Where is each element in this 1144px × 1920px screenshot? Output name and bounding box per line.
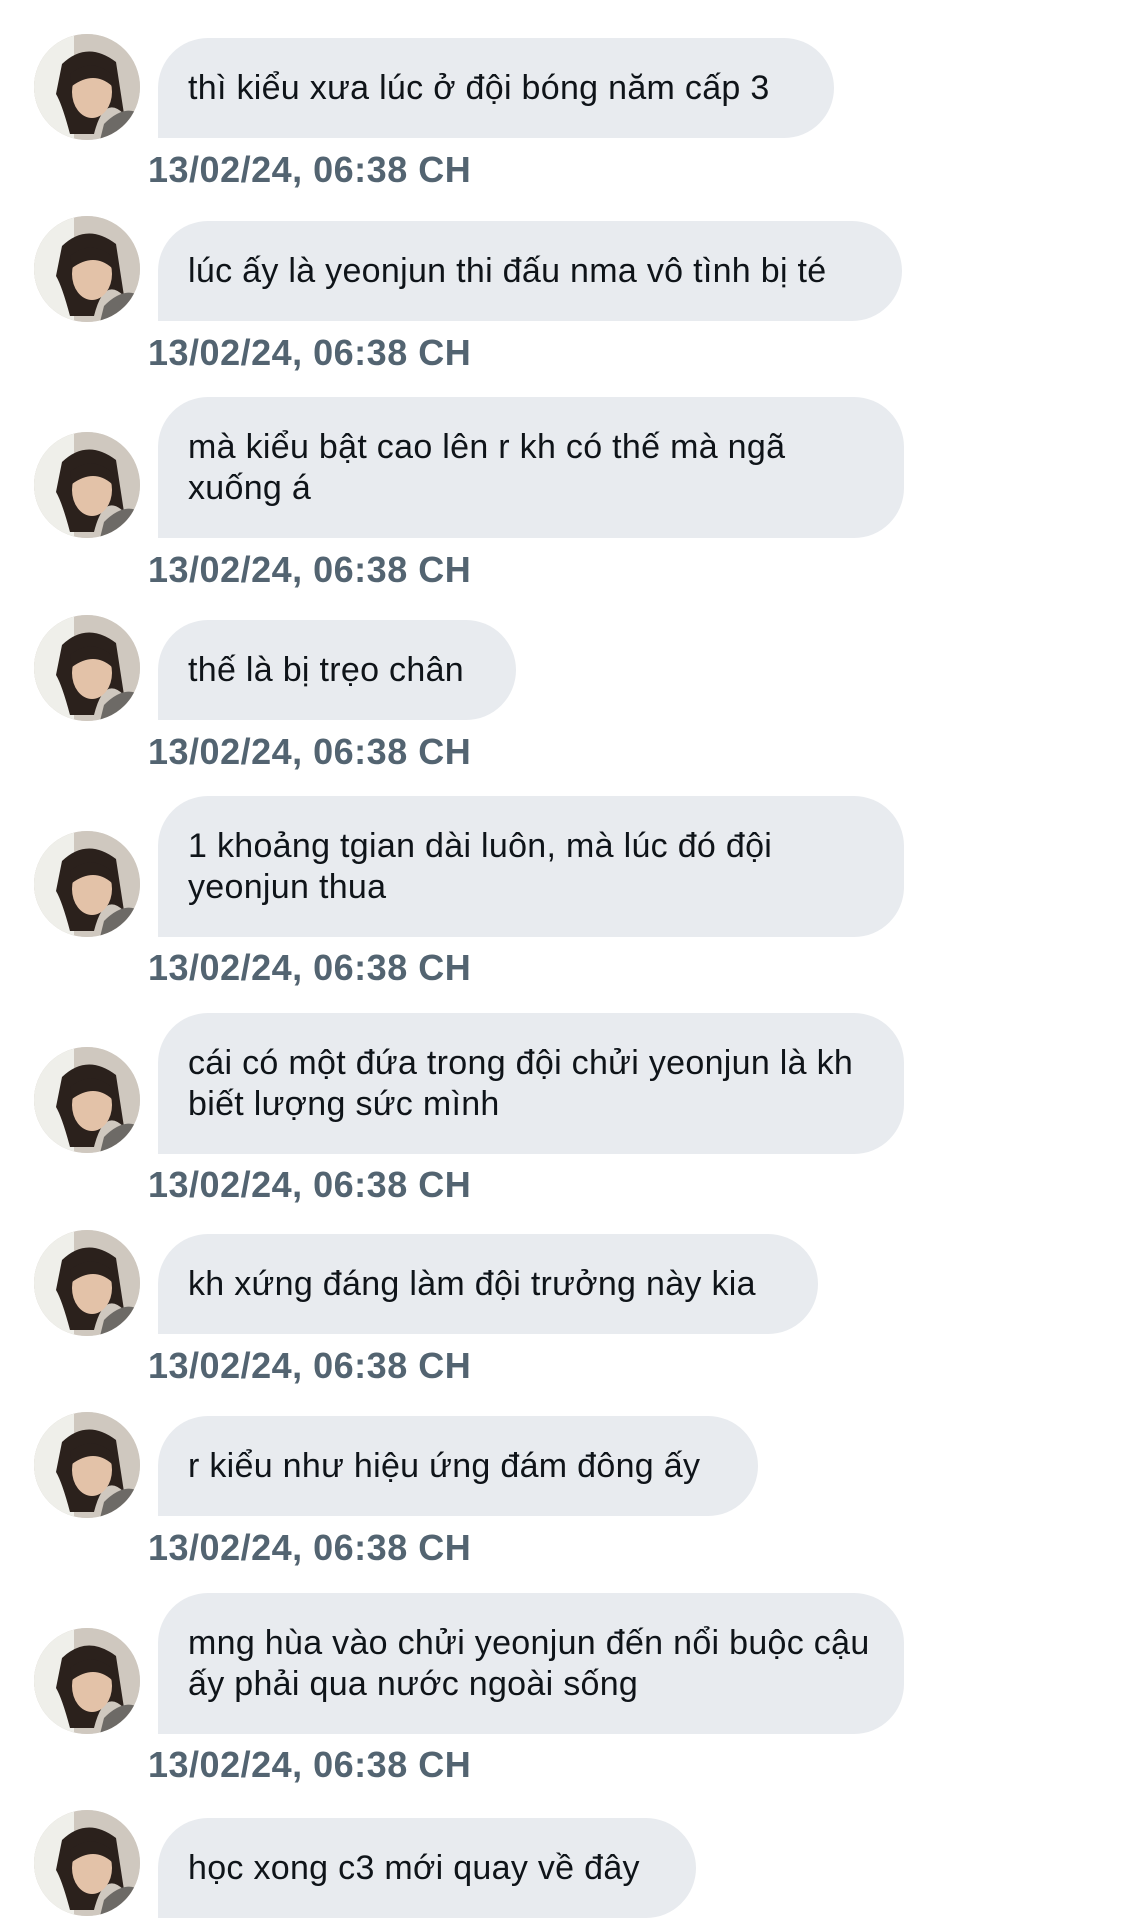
message-timestamp: 13/02/24, 06:38 CH <box>148 1744 472 1785</box>
message-bubble[interactable]: kh xứng đáng làm đội trưởng này kia <box>158 1234 818 1334</box>
message-text: học xong c3 mới quay về đây <box>188 1848 640 1887</box>
message-timestamp: 13/02/24, 06:38 CH <box>148 947 472 988</box>
avatar-photo-icon <box>34 1412 140 1518</box>
message-bubble[interactable]: 1 khoảng tgian dài luôn, mà lúc đó đội y… <box>158 796 904 937</box>
avatar-photo-icon <box>34 1628 140 1734</box>
message-bubble[interactable]: cái có một đứa trong đội chửi yeonjun là… <box>158 1013 904 1154</box>
message-text: r kiểu như hiệu ứng đám đông ấy <box>188 1446 701 1485</box>
message-text: mng hùa vào chửi yeonjun đến nổi buộc cậ… <box>188 1623 870 1703</box>
message-timestamp: 13/02/24, 06:38 CH <box>148 1164 472 1205</box>
avatar-photo-icon <box>34 615 140 721</box>
message-timestamp: 13/02/24, 06:38 CH <box>148 149 472 190</box>
message-timestamp: 13/02/24, 06:38 CH <box>148 549 472 590</box>
message-text: lúc ấy là yeonjun thi đấu nma vô tình bị… <box>188 251 827 290</box>
message-bubble[interactable]: học xong c3 mới quay về đây <box>158 1818 696 1918</box>
message-bubble[interactable]: lúc ấy là yeonjun thi đấu nma vô tình bị… <box>158 221 902 321</box>
user-avatar[interactable] <box>34 34 140 140</box>
user-avatar[interactable] <box>34 1047 140 1153</box>
message-bubble[interactable]: mà kiểu bật cao lên r kh có thế mà ngã x… <box>158 397 904 538</box>
avatar-photo-icon <box>34 216 140 322</box>
message-bubble[interactable]: r kiểu như hiệu ứng đám đông ấy <box>158 1416 758 1516</box>
message-text: thì kiểu xưa lúc ở đội bóng năm cấp 3 <box>188 68 770 107</box>
message-text: cái có một đứa trong đội chửi yeonjun là… <box>188 1043 854 1123</box>
message-bubble[interactable]: mng hùa vào chửi yeonjun đến nổi buộc cậ… <box>158 1593 904 1734</box>
user-avatar[interactable] <box>34 1230 140 1336</box>
message-text: thế là bị trẹo chân <box>188 650 464 689</box>
user-avatar[interactable] <box>34 1628 140 1734</box>
message-bubble[interactable]: thế là bị trẹo chân <box>158 620 516 720</box>
message-bubble[interactable]: thì kiểu xưa lúc ở đội bóng năm cấp 3 <box>158 38 834 138</box>
avatar-photo-icon <box>34 34 140 140</box>
avatar-photo-icon <box>34 1230 140 1336</box>
user-avatar[interactable] <box>34 432 140 538</box>
message-timestamp: 13/02/24, 06:38 CH <box>148 1527 472 1568</box>
chat-thread[interactable]: thì kiểu xưa lúc ở đội bóng năm cấp 3 13… <box>0 0 1144 1920</box>
user-avatar[interactable] <box>34 216 140 322</box>
user-avatar[interactable] <box>34 1412 140 1518</box>
message-timestamp: 13/02/24, 06:38 CH <box>148 731 472 772</box>
message-text: 1 khoảng tgian dài luôn, mà lúc đó đội y… <box>188 826 773 906</box>
user-avatar[interactable] <box>34 615 140 721</box>
message-timestamp: 13/02/24, 06:38 CH <box>148 332 472 373</box>
avatar-photo-icon <box>34 831 140 937</box>
message-text: mà kiểu bật cao lên r kh có thế mà ngã x… <box>188 427 786 507</box>
avatar-photo-icon <box>34 1047 140 1153</box>
avatar-photo-icon <box>34 432 140 538</box>
message-timestamp: 13/02/24, 06:38 CH <box>148 1345 472 1386</box>
user-avatar[interactable] <box>34 831 140 937</box>
message-text: kh xứng đáng làm đội trưởng này kia <box>188 1264 756 1303</box>
user-avatar[interactable] <box>34 1810 140 1916</box>
avatar-photo-icon <box>34 1810 140 1916</box>
